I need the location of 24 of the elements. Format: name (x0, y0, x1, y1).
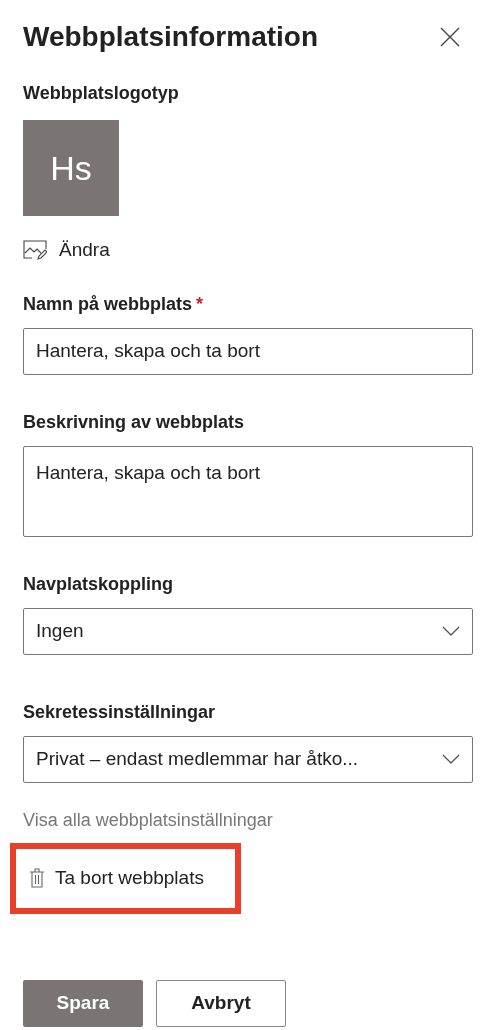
delete-site-link[interactable]: Ta bort webbplats (29, 863, 204, 893)
description-field[interactable]: Hantera, skapa och ta bort (23, 445, 473, 537)
save-button[interactable]: Spara (23, 979, 143, 1027)
chevron-down-icon (442, 754, 460, 764)
name-field[interactable]: Hantera, skapa och ta bort (23, 327, 473, 375)
field-label: Sekretessinställningar (23, 700, 216, 724)
chevron-down-icon (442, 626, 460, 636)
field-label: Beskrivning av webbplats (23, 410, 245, 434)
required-asterisk: * (196, 292, 204, 316)
logo-label: Webbplatslogotyp (23, 83, 179, 103)
change-logo-link[interactable]: Ändra (23, 236, 110, 265)
trash-icon (29, 868, 45, 888)
field-label: Namn på webbplats (23, 292, 193, 316)
close-icon[interactable] (440, 27, 460, 47)
cancel-button[interactable]: Avbryt (156, 979, 286, 1027)
settings-link[interactable]: Visa alla webbplatsinställningar (23, 809, 273, 830)
dropdown[interactable]: Ingen (23, 607, 473, 655)
dropdown[interactable]: Privat – endast medlemmar har åtko... (23, 735, 473, 783)
panel-title: Webbplatsinformation (23, 20, 319, 54)
field-label: Navplatskoppling (23, 572, 174, 596)
image-edit-icon (23, 240, 47, 261)
dropdown-value: Privat – endast medlemmar har åtko... (36, 746, 359, 771)
site-logo: Hs (23, 120, 119, 216)
dropdown-value: Ingen (36, 618, 84, 643)
